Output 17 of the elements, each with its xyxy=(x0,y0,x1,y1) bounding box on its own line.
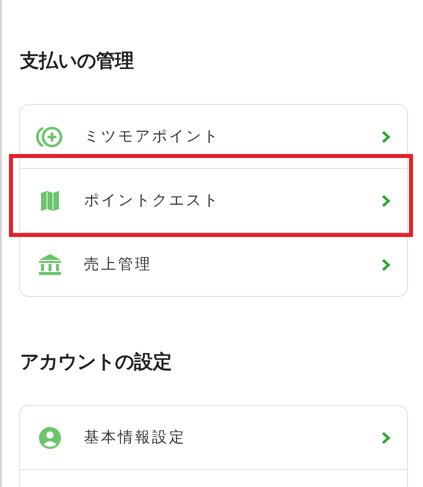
section-heading: アカウントの設定 xyxy=(20,350,173,375)
menu-item-label: 基本情報設定 xyxy=(84,428,187,447)
chevron-right-icon xyxy=(381,258,391,272)
menu-item-label: ポイントクエスト xyxy=(84,191,221,210)
menu-item-label: ミツモアポイント xyxy=(84,127,221,146)
menu-item-label: 売上管理 xyxy=(84,255,153,274)
menu-item[interactable]: ミツモアポイント xyxy=(20,105,407,168)
menu-item[interactable]: 売上管理 xyxy=(20,233,407,296)
chevron-right-icon xyxy=(381,430,391,444)
menu-item[interactable]: ポイントクエスト xyxy=(20,169,407,232)
coin-plus-icon xyxy=(36,124,64,148)
section-heading: 支払いの管理 xyxy=(20,49,135,74)
bank-icon xyxy=(36,252,64,276)
menu-item[interactable]: 基本情報設定 xyxy=(20,406,407,469)
user-icon xyxy=(36,426,64,450)
chevron-right-icon xyxy=(381,194,391,208)
chevron-right-icon xyxy=(381,130,391,144)
